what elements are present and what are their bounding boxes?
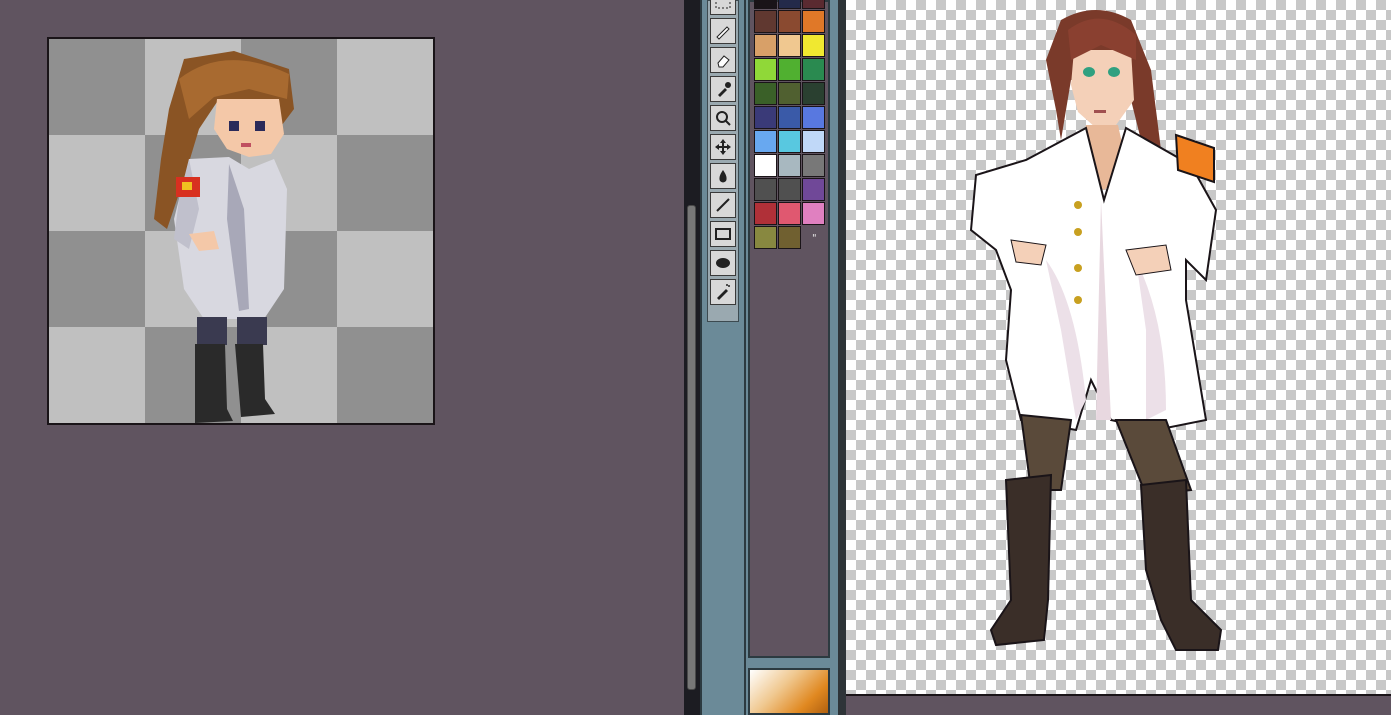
palette-swatch[interactable] [778, 226, 801, 249]
spray-icon [717, 284, 730, 300]
palette-swatch[interactable] [778, 0, 801, 9]
rectangle-tool-button[interactable] [710, 221, 736, 247]
palette-swatch[interactable] [754, 10, 777, 33]
palette-marker: " [812, 233, 817, 244]
palette-swatch[interactable] [802, 10, 825, 33]
fill-bucket-icon [719, 170, 727, 183]
toolbox [707, 0, 739, 322]
spray-tool-button[interactable] [710, 279, 736, 305]
main-canvas-area [838, 0, 1391, 715]
palette-swatch[interactable] [778, 130, 801, 153]
line-tool-button[interactable] [710, 192, 736, 218]
palette-swatch[interactable] [754, 106, 777, 129]
palette-swatch[interactable] [778, 202, 801, 225]
eyedropper-icon [718, 82, 731, 97]
palette-swatch[interactable] [778, 82, 801, 105]
palette-swatch[interactable] [802, 130, 825, 153]
palette-swatch[interactable] [778, 10, 801, 33]
marquee-select-tool-button[interactable] [710, 0, 736, 15]
palette-swatch[interactable] [754, 0, 777, 9]
zoom-tool-button[interactable] [710, 105, 736, 131]
palette-swatch[interactable] [802, 58, 825, 81]
palette-swatch[interactable] [754, 202, 777, 225]
sprite-preview-canvas[interactable] [47, 37, 435, 425]
scrollbar-thumb[interactable] [687, 205, 696, 690]
palette-panel: " [746, 0, 838, 715]
palette-swatch[interactable] [754, 226, 777, 249]
character-artwork [969, 10, 1223, 651]
palette-swatch[interactable] [778, 154, 801, 177]
move-icon [715, 139, 731, 155]
ellipse-icon [716, 258, 730, 268]
main-drawing-canvas[interactable] [846, 0, 1391, 694]
line-icon [716, 198, 730, 212]
palette-swatch[interactable] [802, 154, 825, 177]
palette-swatch[interactable] [802, 34, 825, 57]
eraser-tool-button[interactable] [710, 47, 736, 73]
palette-swatch[interactable] [802, 82, 825, 105]
eraser-icon [717, 55, 730, 68]
tool-panel [700, 0, 746, 715]
marquee-select-icon [715, 0, 731, 9]
color-palette: " [748, 0, 830, 658]
eyedropper-tool-button[interactable] [710, 76, 736, 102]
palette-swatch[interactable] [754, 82, 777, 105]
palette-swatch[interactable] [778, 58, 801, 81]
pixel-sprite-character [154, 51, 294, 423]
palette-swatch[interactable] [754, 130, 777, 153]
color-gradient-picker[interactable] [748, 668, 830, 715]
move-tool-button[interactable] [710, 134, 736, 160]
palette-swatch[interactable] [778, 106, 801, 129]
palette-swatch[interactable] [778, 178, 801, 201]
palette-swatch[interactable] [754, 178, 777, 201]
zoom-icon [716, 111, 731, 126]
palette-swatch[interactable] [802, 106, 825, 129]
palette-swatch[interactable] [754, 34, 777, 57]
canvas-bottom-bar [846, 694, 1391, 715]
palette-swatch[interactable] [778, 34, 801, 57]
fill-bucket-tool-button[interactable] [710, 163, 736, 189]
vertical-scrollbar[interactable] [684, 0, 700, 715]
palette-swatch[interactable] [754, 154, 777, 177]
rectangle-icon [715, 228, 731, 240]
palette-swatch[interactable] [754, 58, 777, 81]
palette-swatch[interactable] [802, 178, 825, 201]
ellipse-tool-button[interactable] [710, 250, 736, 276]
pixel-editor-workspace: " [0, 0, 1391, 715]
pencil-icon [716, 26, 730, 40]
palette-swatch[interactable] [802, 202, 825, 225]
pencil-tool-button[interactable] [710, 18, 736, 44]
palette-swatch[interactable] [802, 0, 825, 9]
